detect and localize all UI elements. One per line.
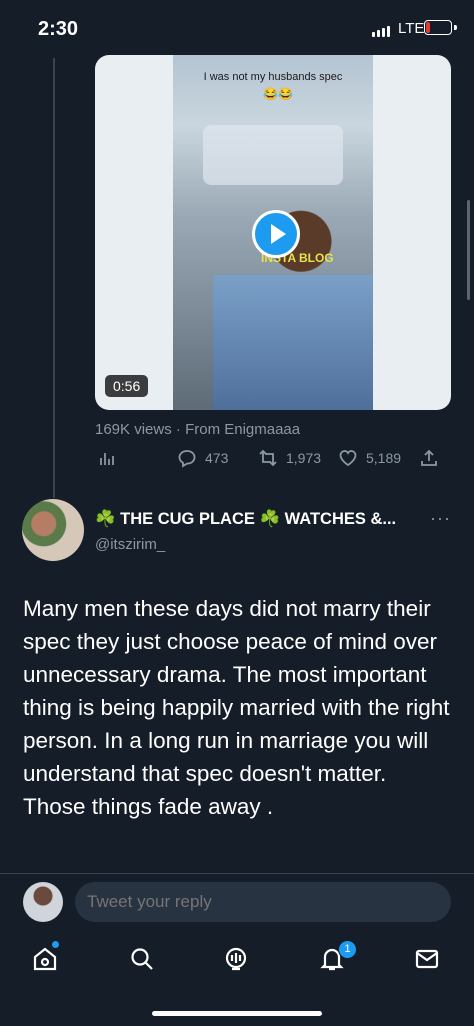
- share-icon: [421, 449, 437, 466]
- video-source-link[interactable]: From Enigmaaaa: [185, 421, 300, 438]
- reply-count: 473: [205, 450, 229, 466]
- display-name[interactable]: ☘️ THE CUG PLACE ☘️ WATCHES &...: [95, 510, 396, 529]
- battery-cap: [454, 25, 457, 30]
- analytics-icon: [100, 453, 114, 465]
- scrollbar[interactable]: [467, 200, 470, 300]
- my-avatar[interactable]: [23, 882, 63, 922]
- bottom-nav: 1: [0, 935, 474, 985]
- like-button[interactable]: 5,189: [338, 448, 401, 468]
- video-player[interactable]: I was not my husbands spec 😂😂 INSTA BLOG…: [95, 55, 451, 410]
- tweet-actions: 473 1,973 5,189: [95, 448, 445, 472]
- thread-line: [53, 58, 55, 498]
- reply-input[interactable]: [75, 882, 451, 922]
- play-icon[interactable]: [252, 210, 300, 258]
- reply-button[interactable]: 473: [177, 448, 228, 468]
- home-indicator[interactable]: [152, 1011, 322, 1016]
- network-label: LTE: [398, 20, 425, 37]
- reply-icon: [178, 450, 196, 468]
- views-count: 169K views: [95, 421, 172, 438]
- like-icon: [339, 450, 357, 467]
- divider: [0, 873, 474, 874]
- notifications-badge: 1: [338, 940, 357, 959]
- status-time: 2:30: [38, 18, 79, 40]
- user-handle[interactable]: @itszirim_: [95, 536, 165, 553]
- video-caption: I was not my husbands spec: [203, 71, 343, 83]
- spaces-icon: [225, 947, 247, 971]
- more-options-icon[interactable]: ···: [430, 508, 451, 529]
- home-unread-dot: [52, 941, 59, 948]
- share-button[interactable]: [419, 448, 439, 468]
- battery-icon: [424, 20, 452, 35]
- video-sunroof: [203, 125, 343, 185]
- video-views: 169K views · From Enigmaaaa: [95, 421, 300, 438]
- nav-messages[interactable]: [411, 943, 443, 975]
- status-bar: 2:30 LTE: [0, 0, 474, 58]
- signal-icon: [372, 26, 390, 37]
- video-emoji: 😂😂: [263, 87, 293, 101]
- retweet-count: 1,973: [286, 450, 322, 466]
- retweet-icon: [259, 449, 277, 467]
- retweet-button[interactable]: 1,973: [258, 448, 321, 468]
- analytics-button[interactable]: [97, 448, 117, 468]
- nav-spaces[interactable]: [220, 943, 252, 975]
- nav-search[interactable]: [126, 943, 158, 975]
- search-icon: [131, 948, 153, 970]
- video-duration: 0:56: [105, 375, 149, 397]
- tweet-text: Many men these days did not marry their …: [23, 596, 450, 819]
- home-icon: [33, 947, 57, 971]
- like-count: 5,189: [366, 450, 402, 466]
- avatar[interactable]: [22, 499, 84, 561]
- messages-icon: [415, 949, 439, 969]
- views-separator: ·: [171, 421, 186, 438]
